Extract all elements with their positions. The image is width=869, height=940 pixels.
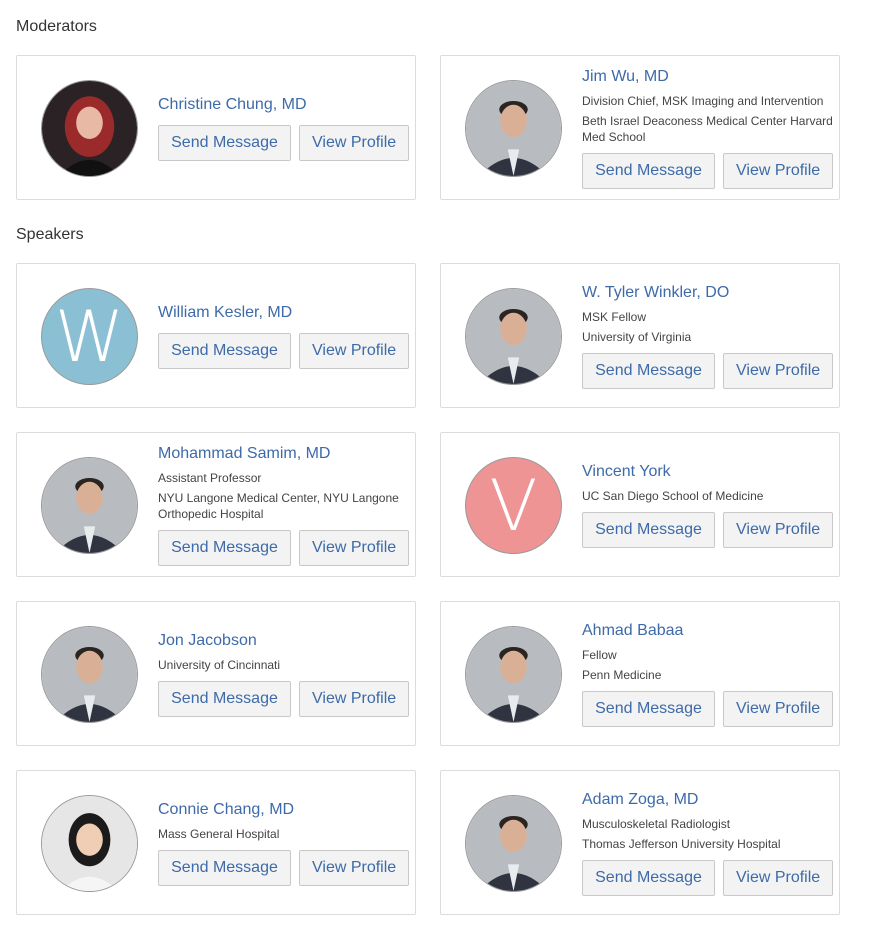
- action-buttons: Send Message View Profile: [158, 332, 409, 369]
- person-detail: University of Virginia: [582, 329, 692, 344]
- person-info: Vincent York UC San Diego School of Medic…: [582, 433, 833, 576]
- speaker-card: Mohammad Samim, MD Assistant Professor NYU…: [16, 432, 416, 577]
- action-buttons: Send Message View Profile: [582, 152, 833, 189]
- person-info: Jon Jacobson University of Cincinnati Send…: [158, 602, 409, 745]
- send-message-button[interactable]: Send Message: [158, 680, 291, 717]
- person-info: William Kesler, MD Send Message View Profi…: [158, 264, 409, 407]
- person-detail: Division Chief, MSK Imaging and Interven…: [582, 93, 824, 108]
- avatar-letter: W: [54, 295, 125, 378]
- person-name-link[interactable]: Christine Chung, MD: [158, 95, 409, 115]
- send-message-button[interactable]: Send Message: [158, 124, 291, 161]
- action-buttons: Send Message View Profile: [158, 124, 409, 161]
- person-detail: Thomas Jefferson University Hospital: [582, 836, 781, 851]
- send-message-button[interactable]: Send Message: [582, 690, 715, 727]
- person-detail: NYU Langone Medical Center, NYU Langone …: [158, 490, 399, 521]
- send-message-button[interactable]: Send Message: [582, 352, 715, 389]
- person-name-link[interactable]: Vincent York: [582, 462, 833, 482]
- send-message-button[interactable]: Send Message: [158, 529, 291, 566]
- view-profile-button[interactable]: View Profile: [723, 511, 833, 548]
- moderator-card: Jim Wu, MD Division Chief, MSK Imaging an…: [440, 55, 840, 200]
- send-message-button[interactable]: Send Message: [582, 152, 715, 189]
- action-buttons: Send Message View Profile: [158, 529, 409, 566]
- avatar-photo: [41, 80, 138, 177]
- send-message-button[interactable]: Send Message: [158, 332, 291, 369]
- person-detail: Beth Israel Deaconess Medical Center Har…: [582, 113, 833, 144]
- avatar-photo: [41, 457, 138, 554]
- avatar-photo: [465, 795, 562, 892]
- action-buttons: Send Message View Profile: [158, 680, 409, 717]
- person-name-link[interactable]: Mohammad Samim, MD: [158, 444, 409, 464]
- action-buttons: Send Message View Profile: [582, 690, 833, 727]
- view-profile-button[interactable]: View Profile: [299, 529, 409, 566]
- view-profile-button[interactable]: View Profile: [723, 859, 833, 896]
- view-profile-button[interactable]: View Profile: [723, 352, 833, 389]
- speakers-heading: Speakers: [16, 226, 84, 243]
- send-message-button[interactable]: Send Message: [582, 511, 715, 548]
- avatar: V: [465, 457, 562, 554]
- person-name-link[interactable]: William Kesler, MD: [158, 303, 409, 323]
- view-profile-button[interactable]: View Profile: [299, 124, 409, 161]
- avatar: W: [41, 288, 138, 385]
- person-detail: MSK Fellow: [582, 309, 647, 324]
- view-profile-button[interactable]: View Profile: [723, 152, 833, 189]
- person-detail: University of Cincinnati: [158, 657, 281, 672]
- speaker-card: Ahmad Babaa Fellow Penn Medicine Send Messa…: [440, 601, 840, 746]
- person-name-link[interactable]: Connie Chang, MD: [158, 800, 409, 820]
- send-message-button[interactable]: Send Message: [582, 859, 715, 896]
- speaker-card: Connie Chang, MD Mass General Hospital Sen…: [16, 770, 416, 915]
- person-detail: Fellow: [582, 647, 617, 662]
- speaker-card: W. Tyler Winkler, DO MSK Fellow University…: [440, 263, 840, 408]
- view-profile-button[interactable]: View Profile: [299, 680, 409, 717]
- action-buttons: Send Message View Profile: [582, 352, 833, 389]
- speaker-card: V Vincent York UC San Diego School of Medi…: [440, 432, 840, 577]
- avatar-photo: [41, 795, 138, 892]
- send-message-button[interactable]: Send Message: [158, 849, 291, 886]
- person-name-link[interactable]: Jon Jacobson: [158, 631, 409, 651]
- moderator-card: Christine Chung, MD Send Message View Prof…: [16, 55, 416, 200]
- action-buttons: Send Message View Profile: [158, 849, 409, 886]
- person-name-link[interactable]: Ahmad Babaa: [582, 621, 833, 641]
- avatar-photo: [465, 626, 562, 723]
- action-buttons: Send Message View Profile: [582, 859, 833, 896]
- view-profile-button[interactable]: View Profile: [723, 690, 833, 727]
- person-info: Adam Zoga, MD Musculoskeletal Radiologist…: [582, 771, 833, 914]
- action-buttons: Send Message View Profile: [582, 511, 833, 548]
- person-name-link[interactable]: W. Tyler Winkler, DO: [582, 283, 833, 303]
- speaker-card: Adam Zoga, MD Musculoskeletal Radiologist…: [440, 770, 840, 915]
- person-info: Jim Wu, MD Division Chief, MSK Imaging an…: [582, 56, 833, 199]
- person-detail: Musculoskeletal Radiologist: [582, 816, 731, 831]
- speaker-card: W William Kesler, MD Send Message View Prof…: [16, 263, 416, 408]
- person-info: Connie Chang, MD Mass General Hospital Sen…: [158, 771, 409, 914]
- view-profile-button[interactable]: View Profile: [299, 332, 409, 369]
- avatar-photo: [41, 626, 138, 723]
- moderators-heading: Moderators: [16, 18, 97, 35]
- person-info: Christine Chung, MD Send Message View Prof…: [158, 56, 409, 199]
- avatar-photo: [465, 288, 562, 385]
- person-detail: Penn Medicine: [582, 667, 662, 682]
- person-detail: Mass General Hospital: [158, 826, 280, 841]
- person-detail: Assistant Professor: [158, 470, 262, 485]
- avatar-letter: V: [489, 464, 538, 547]
- person-info: Ahmad Babaa Fellow Penn Medicine Send Messa…: [582, 602, 833, 745]
- person-info: Mohammad Samim, MD Assistant Professor NYU…: [158, 433, 409, 576]
- person-detail: UC San Diego School of Medicine: [582, 488, 764, 503]
- view-profile-button[interactable]: View Profile: [299, 849, 409, 886]
- person-info: W. Tyler Winkler, DO MSK Fellow University…: [582, 264, 833, 407]
- speaker-card: Jon Jacobson University of Cincinnati Send…: [16, 601, 416, 746]
- person-name-link[interactable]: Jim Wu, MD: [582, 67, 833, 87]
- avatar-photo: [465, 80, 562, 177]
- person-name-link[interactable]: Adam Zoga, MD: [582, 790, 833, 810]
